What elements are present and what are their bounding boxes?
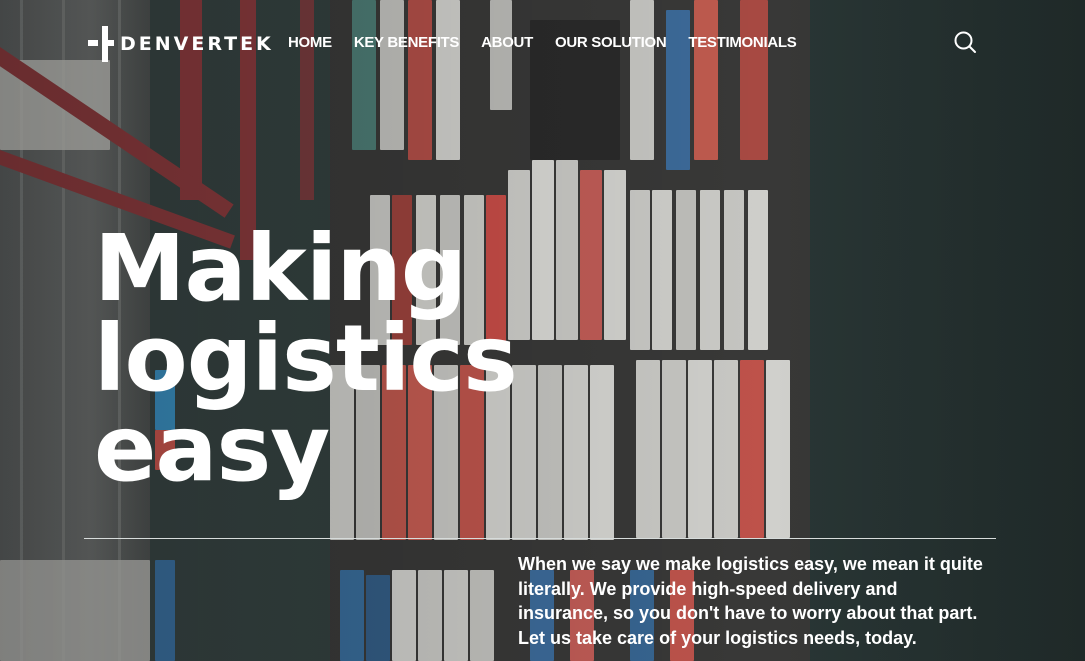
brand-logo[interactable]: DENVERTEK: [88, 26, 274, 62]
nav-item-about[interactable]: ABOUT: [481, 34, 533, 51]
hero-title-line: Making: [94, 215, 467, 322]
nav-item-testimonials[interactable]: TESTIMONIALS: [688, 34, 796, 51]
hero-divider: [84, 538, 996, 539]
nav-item-home[interactable]: HOME: [288, 34, 332, 51]
hero-title: Making logistics easy: [94, 215, 518, 502]
brand-name: DENVERTEK: [120, 33, 274, 55]
hero-title-line: easy: [94, 395, 330, 502]
hero-title-line: logistics: [94, 305, 518, 412]
main-nav: HOME KEY BENEFITS ABOUT OUR SOLUTION TES…: [288, 34, 818, 51]
hero-description: When we say we make logistics easy, we m…: [518, 554, 983, 648]
nav-item-key-benefits[interactable]: KEY BENEFITS: [354, 34, 460, 51]
search-icon: [954, 31, 976, 53]
nav-item-our-solution[interactable]: OUR SOLUTION: [555, 34, 667, 51]
search-button[interactable]: [952, 29, 978, 55]
site-header: DENVERTEK HOME KEY BENEFITS ABOUT OUR SO…: [0, 0, 1085, 86]
logo-mark-icon: [88, 26, 114, 62]
